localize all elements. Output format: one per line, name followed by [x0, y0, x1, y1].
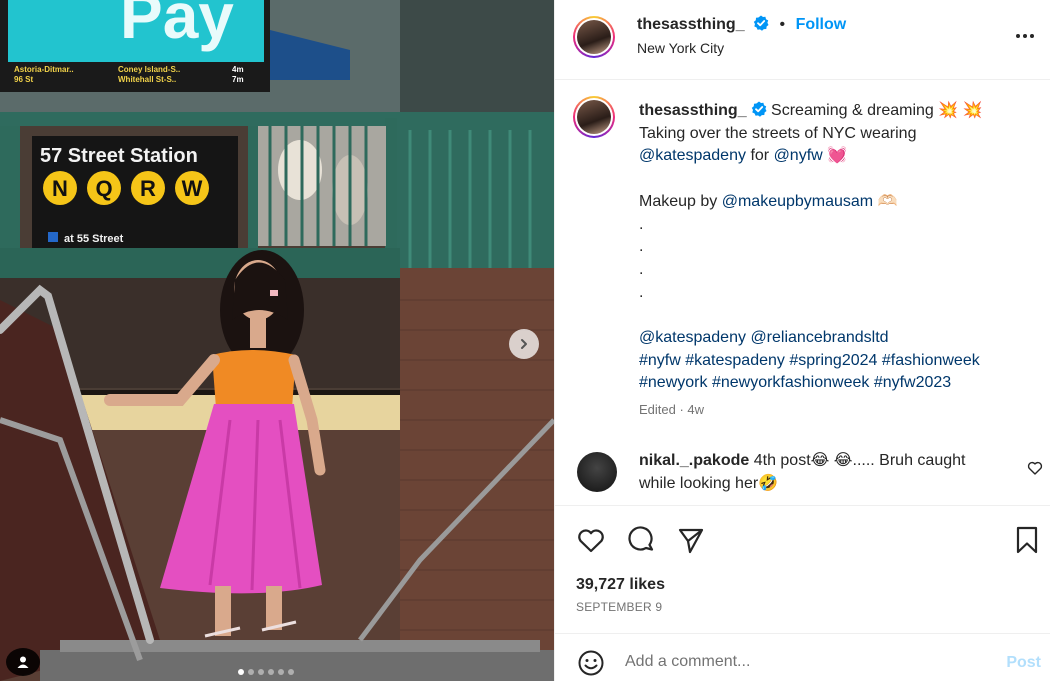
caption-dot: .	[639, 238, 644, 256]
caption-dot: .	[639, 215, 644, 233]
verified-badge-icon	[751, 101, 767, 117]
train-line-label: Q	[95, 176, 112, 201]
svg-text:Coney Island-S..: Coney Island-S..	[118, 65, 180, 74]
post-date: SEPTEMBER 9	[576, 600, 663, 614]
post-caption: thesassthing_ Screaming & dreaming 💥 💥 T…	[639, 100, 1034, 395]
carousel-dot	[248, 669, 254, 675]
comment-text: ..... Bruh caught	[852, 452, 966, 469]
author-avatar[interactable]	[573, 16, 615, 58]
caption-text: Makeup by	[639, 192, 718, 210]
svg-text:96 St: 96 St	[14, 75, 33, 84]
train-line-label: N	[52, 176, 68, 201]
hashtag-link[interactable]: #fashionweek	[882, 352, 980, 369]
comment-input[interactable]	[625, 646, 985, 678]
hashtag-link[interactable]: #katespadeny	[685, 352, 785, 369]
caption-emoji: 💥 💥	[938, 102, 983, 119]
comment-button[interactable]	[625, 524, 657, 556]
share-icon	[678, 528, 704, 554]
user-tags-button[interactable]	[6, 648, 40, 676]
carousel-dot	[258, 669, 264, 675]
svg-text:Whitehall St-S..: Whitehall St-S..	[118, 75, 176, 84]
rofl-emoji: 🤣	[758, 474, 779, 492]
caption-dot: .	[639, 283, 644, 301]
post-details-panel: thesassthing_ • Follow New York City the…	[554, 0, 1050, 681]
laugh-emoji: 😂 😂	[810, 452, 853, 469]
caption-meta: Edited · 4w	[639, 402, 705, 417]
mention-link[interactable]: @katespadeny	[639, 147, 746, 164]
svg-text:Astoria-Ditmar..: Astoria-Ditmar..	[14, 65, 74, 74]
carousel-dot	[238, 669, 244, 675]
ad-text: Pay	[120, 0, 234, 52]
hashtag-link[interactable]: #newyorkfashionweek	[712, 374, 869, 391]
comment-text: 4th post	[753, 452, 811, 469]
caption-dot: .	[639, 260, 644, 278]
chevron-right-icon	[521, 339, 527, 349]
follow-button[interactable]: Follow	[796, 16, 847, 33]
carousel-dot	[288, 669, 294, 675]
post-comment-button[interactable]: Post	[1006, 654, 1041, 672]
separator-dot: •	[779, 16, 786, 33]
svg-text:4m: 4m	[232, 65, 244, 74]
mention-link[interactable]: @reliancebrandsltd	[750, 329, 888, 346]
caption-line: Taking over the streets of NYC wearing	[639, 124, 917, 142]
save-button[interactable]	[1011, 524, 1043, 556]
mention-link[interactable]: @nyfw	[774, 147, 823, 164]
like-button[interactable]	[575, 524, 607, 556]
bookmark-icon	[1016, 526, 1038, 554]
caption-text: Screaming & dreaming	[771, 102, 934, 119]
more-options-button[interactable]	[1013, 24, 1037, 48]
carousel-indicator	[238, 669, 294, 675]
verified-badge-icon	[753, 15, 769, 31]
train-line-label: R	[140, 176, 156, 201]
caption-text: for	[750, 147, 770, 165]
mention-link[interactable]: @katespadeny	[639, 329, 746, 346]
likes-count[interactable]: 39,727 likes	[576, 576, 665, 594]
train-line-label: W	[182, 176, 203, 201]
post-photo: Pay Astoria-Ditmar.. 96 St Coney Island-…	[0, 0, 554, 681]
station-sign-text: 57 Street Station	[40, 145, 198, 167]
hashtag-link[interactable]: #nyfw2023	[874, 374, 951, 391]
hashtag-link[interactable]: #newyork	[639, 374, 707, 391]
caption-author-avatar[interactable]	[573, 96, 615, 138]
comment-item: nikal._.pakode 4th post😂 😂..... Bruh cau…	[555, 446, 1050, 506]
svg-text:7m: 7m	[232, 75, 244, 84]
carousel-dot	[278, 669, 284, 675]
comment-text: while looking her	[639, 474, 759, 492]
emoji-icon[interactable]	[577, 649, 605, 677]
station-sub-text: at 55 Street	[64, 233, 124, 245]
hashtag-link[interactable]: #nyfw	[639, 352, 681, 369]
heart-emoji: 💓	[827, 147, 848, 165]
post-media[interactable]: Pay Astoria-Ditmar.. 96 St Coney Island-…	[0, 0, 554, 681]
commenter-username[interactable]: nikal._.pakode	[639, 452, 749, 469]
comment-icon	[628, 526, 654, 551]
post-actions: 39,727 likes SEPTEMBER 9	[555, 505, 1050, 633]
comment-like-icon[interactable]	[1027, 460, 1043, 476]
post-location[interactable]: New York City	[637, 40, 724, 56]
post-header: thesassthing_ • Follow New York City	[555, 0, 1050, 80]
carousel-next-button[interactable]	[509, 329, 539, 359]
share-button[interactable]	[675, 524, 707, 556]
hands-emoji: 🫶🏻	[877, 192, 898, 210]
commenter-avatar[interactable]	[577, 452, 617, 492]
author-username[interactable]: thesassthing_	[637, 16, 745, 33]
mention-link[interactable]: @makeupbymausam	[722, 193, 873, 210]
heart-icon	[578, 529, 604, 553]
carousel-dot	[268, 669, 274, 675]
caption-username[interactable]: thesassthing_	[639, 102, 747, 119]
hashtag-link[interactable]: #spring2024	[789, 352, 877, 369]
user-tag-icon	[17, 656, 29, 668]
more-options-icon	[1016, 34, 1034, 38]
add-comment-bar: Post	[555, 633, 1050, 681]
